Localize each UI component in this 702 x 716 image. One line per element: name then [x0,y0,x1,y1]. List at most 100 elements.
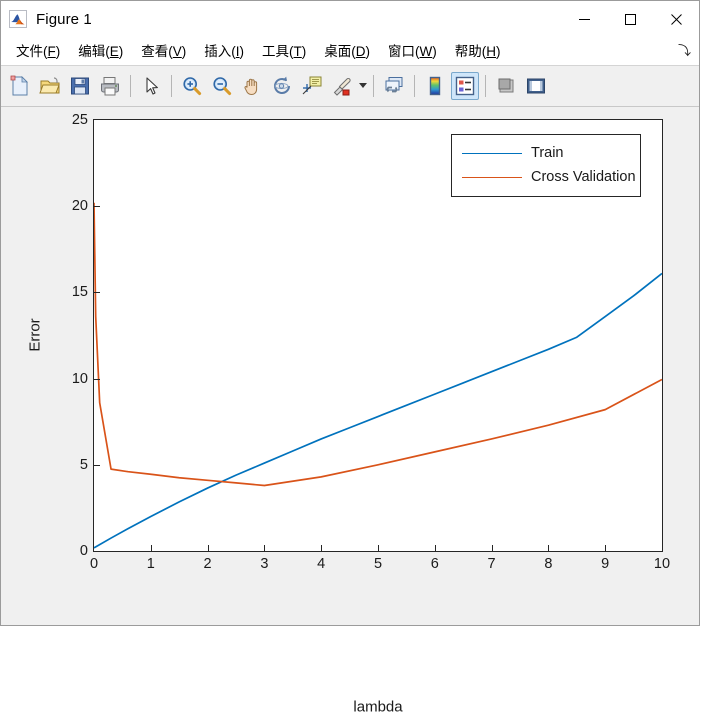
series-line-train [94,272,662,549]
brush-dropdown-caret-icon[interactable] [357,72,368,100]
colorbar-icon[interactable] [421,72,449,100]
hide-plot-tools-icon[interactable] [492,72,520,100]
y-tick-label: 20 [71,198,88,215]
figure-canvas[interactable]: Error lambda 0 5 10 15 20 25 0 1 2 3 4 5 6 7 8 9 10 Tra… [1,107,699,716]
menu-key-desktop: D [355,43,366,59]
x-tick-mark [207,545,209,551]
toolbar-separator [414,75,415,97]
legend-label-train: Train [531,145,564,161]
show-plot-tools-icon[interactable] [522,72,550,100]
link-data-icon[interactable] [380,72,408,100]
x-tick-mark [150,545,152,551]
x-tick-label: 3 [260,556,269,572]
menu-paren-window: ) [432,43,437,59]
x-tick-mark [548,545,550,551]
x-tick-mark [321,545,323,551]
x-tick-label: 2 [203,556,212,572]
menu-label-help: 帮助( [454,43,487,59]
menu-label-tools: 工具( [262,43,294,59]
x-tick-label: 5 [373,556,383,572]
y-tick-mark [94,292,100,294]
menu-label-desktop: 桌面( [324,43,356,59]
legend-icon[interactable] [451,72,479,100]
menu-bar: 文件(F) 编辑(E) 查看(V) 插入(I) 工具(T) 桌面(D) 窗口(W… [1,38,699,66]
x-tick-mark [491,545,493,551]
menu-label-window: 窗口( [388,43,420,59]
series-line-cross-validation [94,202,662,487]
menu-item-desktop[interactable]: 桌面(D) [315,41,379,63]
menu-key-help: H [486,43,497,59]
x-tick-mark [264,545,266,551]
y-tick-label: 25 [71,112,88,128]
undock-arrow-icon[interactable]: ⤵ [678,44,691,58]
x-tick-label: 10 [653,556,671,572]
y-tick-label: 0 [79,543,88,559]
y-tick-mark [94,464,100,466]
menu-label-edit: 编辑( [78,43,110,59]
y-tick-label: 10 [71,370,88,387]
menu-item-window[interactable]: 窗口(W) [379,41,446,63]
menu-paren-insert: ) [239,43,245,59]
minimize-button[interactable] [561,1,607,37]
plot-area[interactable]: 0 5 10 15 20 25 0 1 2 3 4 5 6 7 8 9 10 Train Cross Vali… [72,112,670,572]
x-tick-label: 1 [146,556,155,572]
menu-paren-desktop: ) [365,43,371,59]
toolbar-separator [130,75,131,97]
menu-item-insert[interactable]: 插入(I) [195,41,253,63]
title-bar: Figure 1 [1,1,699,38]
menu-key-file: F [47,43,56,59]
menu-item-help[interactable]: 帮助(H) [446,41,510,63]
menu-item-file[interactable]: 文件(F) [7,41,69,63]
x-tick-label: 7 [487,556,496,572]
pan-hand-icon[interactable] [238,72,266,100]
menu-key-window: W [419,43,433,59]
legend-label-cross-validation: Cross Validation [531,169,636,185]
toolbar-separator [171,75,172,97]
menu-label-view: 查看( [141,43,173,59]
menu-paren-tools: ) [301,43,307,59]
x-tick-label: 8 [544,556,553,572]
y-axis-label: Error [26,318,44,352]
maximize-button[interactable] [607,1,653,37]
y-tick-label: 15 [71,284,88,301]
window-controls [561,1,699,37]
toolbar-separator [485,75,486,97]
matlab-membrane-icon [9,10,27,28]
chart-legend[interactable]: Train Cross Validation [451,134,641,197]
x-tick-label: 4 [317,556,326,572]
new-figure-icon[interactable] [6,72,34,100]
menu-paren-help: ) [496,43,501,59]
menu-item-tools[interactable]: 工具(T) [253,41,315,63]
menu-paren-file: ) [55,43,61,59]
legend-item-train: Train [452,141,640,165]
close-button[interactable] [653,1,699,37]
data-cursor-icon[interactable] [298,72,326,100]
x-tick-label: 0 [89,556,99,572]
window-title: Figure 1 [36,10,92,28]
menu-key-edit: E [109,43,119,59]
rotate-3d-icon[interactable] [268,72,296,100]
menu-label-insert: 插入( [204,43,236,59]
zoom-in-icon[interactable] [178,72,206,100]
menu-key-tools: T [293,43,302,59]
menu-paren-edit: ) [118,43,124,59]
brush-icon[interactable] [328,72,356,100]
legend-swatch-cross-validation [462,176,522,178]
x-tick-label: 9 [601,556,610,572]
print-figure-icon[interactable] [96,72,124,100]
y-tick-label: 5 [79,456,88,473]
pointer-icon[interactable] [137,72,165,100]
menu-item-edit[interactable]: 编辑(E) [69,41,132,63]
menu-item-view[interactable]: 查看(V) [132,41,195,63]
x-axis-label: lambda [353,698,403,716]
legend-item-cross-validation: Cross Validation [452,165,640,189]
save-figure-icon[interactable] [66,72,94,100]
menu-paren-view: ) [181,43,187,59]
zoom-out-icon[interactable] [208,72,236,100]
x-tick-mark [434,545,436,551]
y-tick-mark [94,378,100,380]
toolbar [1,66,699,107]
open-file-icon[interactable] [36,72,64,100]
x-tick-mark [378,545,379,551]
matlab-figure-window: Figure 1 文件(F) 编辑(E) 查看(V) 插入(I) 工具(T) 桌… [0,0,700,716]
